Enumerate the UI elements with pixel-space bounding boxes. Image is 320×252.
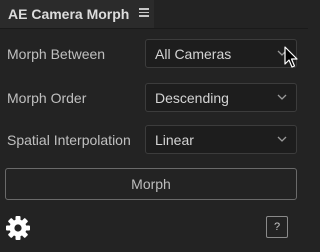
hamburger-menu-icon[interactable]	[139, 8, 149, 17]
help-button[interactable]: ?	[266, 216, 288, 238]
gear-icon[interactable]	[4, 214, 32, 242]
panel-header: AE Camera Morph	[0, 0, 308, 28]
panel-tab[interactable]: AE Camera Morph	[0, 0, 154, 28]
panel-title: AE Camera Morph	[8, 6, 130, 22]
morph-between-dropdown[interactable]: All Cameras	[145, 39, 297, 68]
spatial-interpolation-value: Linear	[155, 132, 194, 148]
mouse-cursor-icon	[284, 46, 298, 68]
morph-order-label: Morph Order	[7, 90, 87, 106]
spatial-interpolation-dropdown[interactable]: Linear	[145, 125, 297, 154]
morph-order-value: Descending	[155, 90, 229, 106]
morph-button[interactable]: Morph	[5, 168, 297, 200]
chevron-down-icon	[277, 136, 287, 142]
morph-order-dropdown[interactable]: Descending	[145, 83, 297, 112]
spatial-interpolation-label: Spatial Interpolation	[7, 132, 131, 148]
header-divider	[0, 28, 308, 29]
morph-between-label: Morph Between	[7, 46, 106, 62]
morph-between-value: All Cameras	[155, 46, 232, 62]
chevron-down-icon	[277, 94, 287, 100]
